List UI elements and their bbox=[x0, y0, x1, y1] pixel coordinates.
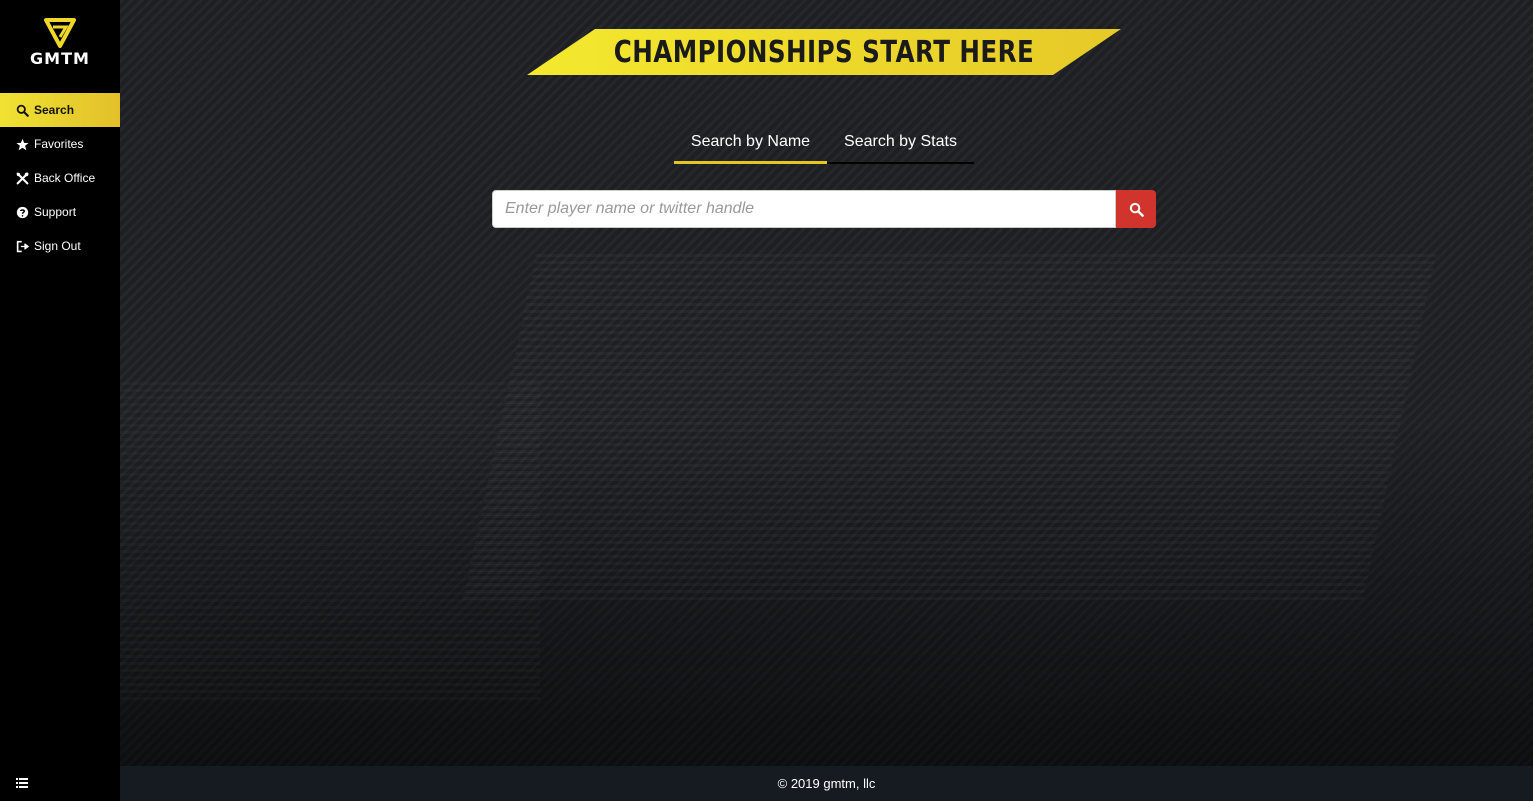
search-icon bbox=[16, 104, 29, 117]
sidebar: GMTM Search Favorites Back Office Suppor… bbox=[0, 0, 120, 801]
search-icon bbox=[1129, 202, 1144, 217]
sidebar-item-label: Back Office bbox=[34, 171, 96, 185]
sign-out-icon bbox=[16, 240, 29, 253]
list-icon bbox=[16, 778, 28, 788]
sidebar-item-sign-out[interactable]: Sign Out bbox=[0, 229, 120, 263]
sidebar-toggle-button[interactable] bbox=[16, 776, 28, 788]
sidebar-item-support[interactable]: Support bbox=[0, 195, 120, 229]
search-bar bbox=[492, 190, 1156, 228]
tab-search-by-name[interactable]: Search by Name bbox=[674, 124, 827, 164]
banner-title: CHAMPIONSHIPS START HERE bbox=[613, 34, 1035, 70]
sidebar-item-search[interactable]: Search bbox=[0, 93, 120, 127]
sidebar-item-label: Search bbox=[34, 103, 75, 117]
gmtm-v-logo-icon bbox=[44, 18, 76, 48]
player-search-input[interactable] bbox=[492, 190, 1116, 228]
sidebar-item-back-office[interactable]: Back Office bbox=[0, 161, 120, 195]
sidebar-item-favorites[interactable]: Favorites bbox=[0, 127, 120, 161]
sidebar-item-label: Favorites bbox=[34, 137, 84, 151]
tools-icon bbox=[16, 172, 29, 185]
background-pattern bbox=[120, 380, 540, 700]
background-pattern bbox=[462, 250, 1438, 600]
sidebar-item-label: Support bbox=[34, 205, 77, 219]
brand-name: GMTM bbox=[30, 49, 90, 68]
main-content: CHAMPIONSHIPS START HERE Search by Name … bbox=[120, 0, 1533, 766]
tab-search-by-stats[interactable]: Search by Stats bbox=[827, 124, 974, 164]
footer: © 2019 gmtm, llc bbox=[120, 766, 1533, 801]
copyright-text: © 2019 gmtm, llc bbox=[777, 776, 876, 791]
sidebar-nav: Search Favorites Back Office Support Sig… bbox=[0, 93, 120, 263]
sidebar-item-label: Sign Out bbox=[34, 239, 81, 253]
search-tabs: Search by Name Search by Stats bbox=[674, 124, 974, 164]
brand-logo[interactable]: GMTM bbox=[0, 0, 120, 93]
hero-banner: CHAMPIONSHIPS START HERE bbox=[527, 29, 1121, 75]
question-circle-icon bbox=[16, 206, 29, 219]
star-icon bbox=[16, 138, 29, 151]
search-button[interactable] bbox=[1116, 190, 1156, 228]
